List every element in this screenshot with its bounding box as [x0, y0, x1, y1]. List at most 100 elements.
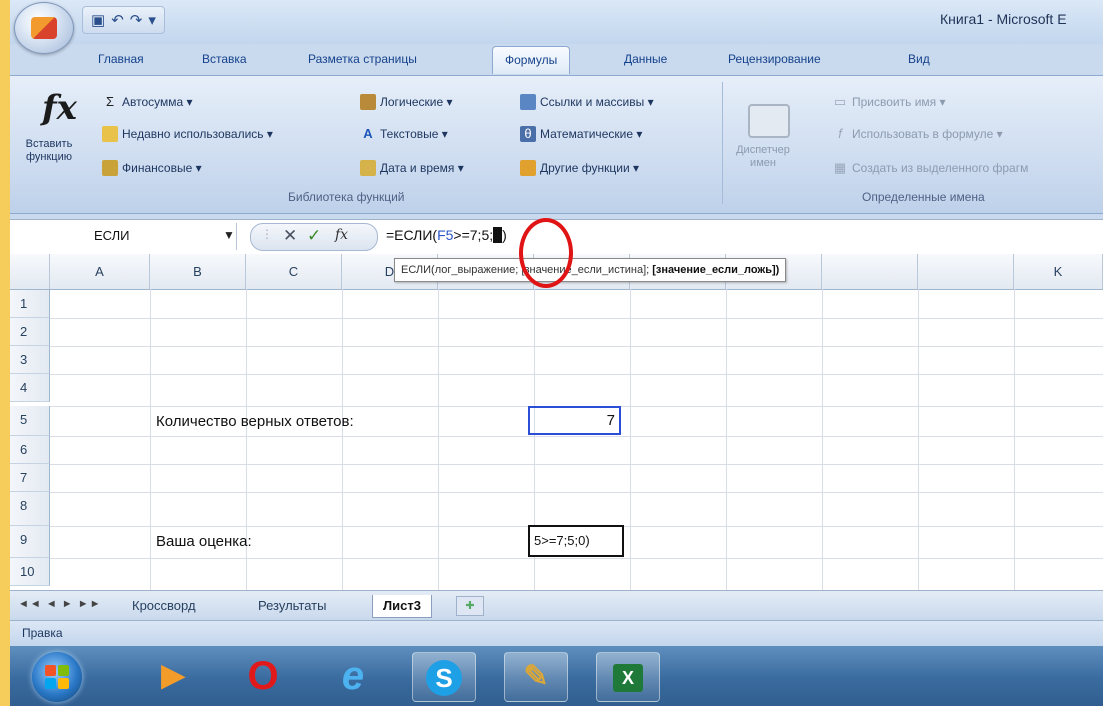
column-header-i[interactable] — [822, 254, 918, 289]
column-header-b[interactable]: B — [150, 254, 246, 289]
column-header-a[interactable]: A — [50, 254, 150, 289]
name-box-dropdown-icon[interactable]: ▼ — [223, 228, 235, 242]
sheet-tab-list3[interactable]: Лист3 — [372, 595, 432, 618]
taskbar-internet-explorer[interactable]: e — [322, 652, 384, 700]
grid-line — [150, 289, 151, 590]
math-button[interactable]: θ Математические ▾ — [520, 126, 642, 142]
start-button[interactable] — [32, 652, 82, 702]
row-header-1[interactable]: 1 — [10, 290, 50, 318]
taskbar-skype[interactable]: S — [412, 652, 476, 702]
paint-icon: ✎ — [523, 660, 549, 693]
office-logo-icon — [31, 17, 57, 39]
cell-b9[interactable]: Ваша оценка: — [156, 533, 252, 550]
taskbar-media-player[interactable]: ▶ — [142, 652, 204, 700]
text-book-icon: A — [363, 126, 373, 141]
row-header-10[interactable]: 10 — [10, 558, 50, 586]
undo-icon[interactable]: ↶ — [111, 11, 124, 29]
grid-icon: ▦ — [833, 160, 847, 175]
more-functions-button[interactable]: Другие функции ▾ — [520, 160, 639, 176]
name-manager-icon[interactable] — [748, 104, 790, 138]
save-icon[interactable]: ▣ — [91, 11, 105, 29]
internet-explorer-icon: e — [341, 654, 365, 698]
grid-line — [630, 289, 631, 590]
office-button[interactable] — [14, 2, 74, 54]
autosum-button[interactable]: Σ Автосумма ▾ — [102, 94, 193, 110]
enter-icon[interactable]: ✓ — [307, 226, 321, 246]
lookup-book-icon — [520, 94, 536, 110]
row-header-7[interactable]: 7 — [10, 464, 50, 492]
logical-button[interactable]: Логические ▾ — [360, 94, 453, 110]
grid-line — [50, 318, 1103, 319]
tab-data[interactable]: Данные — [624, 52, 667, 66]
row-header-3[interactable]: 3 — [10, 346, 50, 374]
grid-line — [822, 289, 823, 590]
row-header-8[interactable]: 8 — [10, 492, 50, 526]
column-header-k[interactable]: K — [1014, 254, 1103, 289]
name-box[interactable]: ЕСЛИ ▼ — [10, 223, 237, 250]
row-header-6[interactable]: 6 — [10, 436, 50, 464]
date-time-button[interactable]: Дата и время ▾ — [360, 160, 464, 176]
tab-home[interactable]: Главная — [98, 52, 144, 66]
coins-book-icon — [102, 160, 118, 176]
drag-handle-icon[interactable]: ⋮ — [261, 227, 273, 241]
ribbon: fx Вставить функцию Σ Автосумма ▾ Недавн… — [10, 75, 1103, 214]
cancel-icon[interactable]: ✕ — [283, 226, 297, 246]
use-in-formula-button[interactable]: f Использовать в формуле ▾ — [832, 126, 1002, 142]
text-functions-button[interactable]: A Текстовые ▾ — [360, 126, 447, 142]
grid-line — [50, 492, 1103, 493]
opera-icon: O — [247, 654, 279, 698]
cell-f9-editing[interactable]: 5>=7;5;0) — [528, 525, 624, 557]
recently-used-button[interactable]: Недавно использовались ▾ — [102, 126, 273, 142]
row-header-9[interactable]: 9 — [10, 526, 50, 558]
name-manager-button[interactable]: Диспетчер имен — [732, 144, 794, 170]
row-header-5[interactable]: 5 — [10, 406, 50, 436]
create-from-selection-button[interactable]: ▦ Создать из выделенного фрагм — [832, 160, 1028, 176]
grid-line — [342, 289, 343, 590]
star-book-icon — [102, 126, 118, 142]
sheet-tab-results[interactable]: Результаты — [248, 595, 336, 617]
select-all-corner[interactable] — [10, 254, 50, 289]
text-cursor — [493, 227, 503, 243]
tab-review[interactable]: Рецензирование — [728, 52, 821, 66]
taskbar-opera[interactable]: O — [232, 652, 294, 700]
media-player-icon: ▶ — [161, 659, 185, 692]
taskbar: ▶ O e S ✎ X — [10, 646, 1103, 706]
status-mode: Правка — [22, 626, 63, 640]
grid-line — [50, 558, 1103, 559]
row-header-2[interactable]: 2 — [10, 318, 50, 346]
tab-insert[interactable]: Вставка — [202, 52, 247, 66]
insert-sheet-icon[interactable]: ✚ — [456, 596, 484, 616]
insert-function-icon[interactable]: fx — [42, 88, 77, 128]
grid-line — [1014, 289, 1015, 590]
cell-f5: 7 — [606, 412, 615, 429]
grid-line — [50, 436, 1103, 437]
worksheet-grid[interactable]: A B C D K 1 2 3 4 5 6 7 8 9 10 Количеств… — [10, 254, 1103, 590]
financial-button[interactable]: Финансовые ▾ — [102, 160, 202, 176]
tab-page-layout[interactable]: Разметка страницы — [308, 52, 417, 66]
grid-line — [918, 289, 919, 590]
taskbar-paint[interactable]: ✎ — [504, 652, 568, 702]
column-header-j[interactable] — [918, 254, 1014, 289]
tab-formulas[interactable]: Формулы — [492, 46, 571, 74]
sheet-tab-crossword[interactable]: Кроссворд — [122, 595, 206, 617]
row-header-4[interactable]: 4 — [10, 374, 50, 402]
customize-qat-icon[interactable]: ▾ — [148, 11, 156, 29]
tab-view[interactable]: Вид — [908, 52, 930, 66]
more-book-icon — [520, 160, 536, 176]
excel-icon: X — [597, 653, 659, 701]
fx-small-icon: f — [838, 126, 842, 141]
sheet-nav-arrows-icon[interactable]: ◄◄ ◄ ► ►► — [18, 598, 102, 610]
cell-f5-selection[interactable]: 7 — [528, 406, 621, 435]
logical-book-icon — [360, 94, 376, 110]
insert-function-button[interactable]: Вставить функцию — [18, 138, 80, 164]
cell-b5[interactable]: Количество верных ответов: — [156, 413, 354, 430]
tag-icon: ▭ — [833, 94, 847, 109]
taskbar-excel[interactable]: X — [596, 652, 660, 702]
formula-input[interactable]: =ЕСЛИ(F5>=7;5;) — [386, 227, 507, 243]
quick-access-toolbar: ▣ ↶ ↷ ▾ — [82, 6, 165, 34]
redo-icon[interactable]: ↷ — [130, 11, 143, 29]
define-name-button[interactable]: ▭ Присвоить имя ▾ — [832, 94, 946, 110]
lookup-button[interactable]: Ссылки и массивы ▾ — [520, 94, 654, 110]
column-header-c[interactable]: C — [246, 254, 342, 289]
insert-function-small-icon[interactable]: fx — [335, 227, 348, 243]
